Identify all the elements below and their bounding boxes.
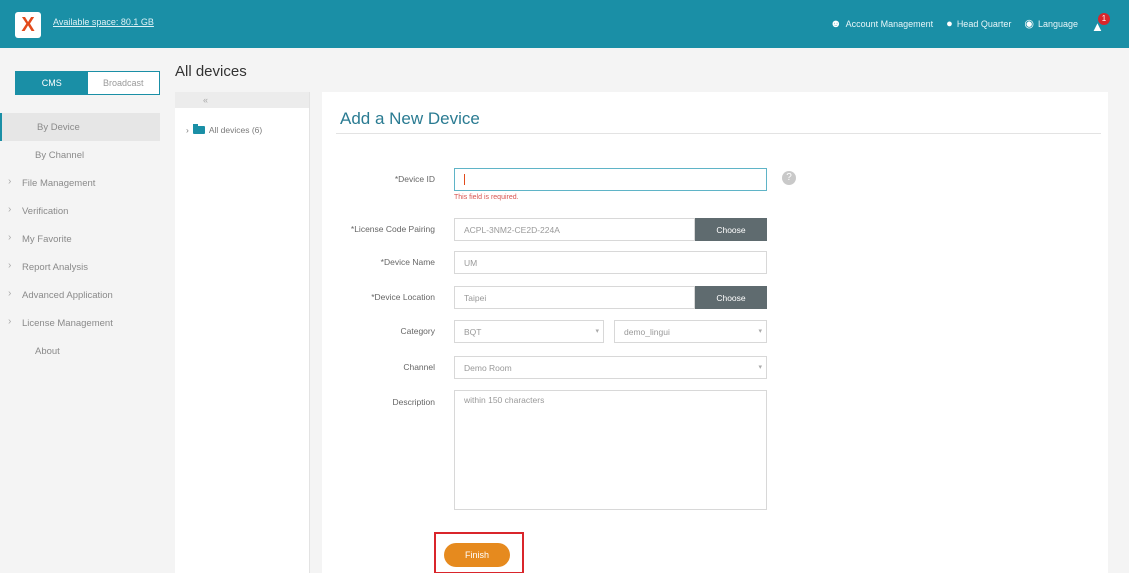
- tab-cms[interactable]: CMS: [16, 72, 88, 94]
- license-code-label: *License Code Pairing: [350, 224, 435, 234]
- sidebar-item-file-management[interactable]: File Management: [0, 169, 175, 197]
- tree-node-label: All devices (6): [208, 125, 263, 135]
- sidebar-item-report-analysis[interactable]: Report Analysis: [0, 253, 175, 281]
- expand-arrow-icon[interactable]: ›: [186, 125, 189, 135]
- description-label: Description: [392, 397, 435, 407]
- sidebar-item-verification[interactable]: Verification: [0, 197, 175, 225]
- device-name-input[interactable]: UM: [454, 251, 767, 274]
- mode-tabs: CMS Broadcast: [15, 71, 160, 95]
- channel-select[interactable]: Demo Room: [454, 356, 767, 379]
- subcategory-select[interactable]: demo_lingui: [614, 320, 767, 343]
- sidebar-item-my-favorite[interactable]: My Favorite: [0, 225, 175, 253]
- help-icon[interactable]: ?: [782, 171, 796, 185]
- device-location-label: *Device Location: [371, 292, 435, 302]
- folder-icon: [192, 124, 205, 134]
- language-label: Language: [1037, 19, 1078, 29]
- device-id-error: This field is required.: [454, 194, 519, 201]
- sidebar-item-license-management[interactable]: License Management: [0, 309, 175, 337]
- sidebar: CMS Broadcast By Device By Channel File …: [0, 48, 175, 573]
- app-logo[interactable]: X: [15, 12, 41, 38]
- channel-label: Channel: [403, 362, 435, 372]
- logo-letter: X: [21, 14, 35, 36]
- globe-icon: ◉: [1024, 17, 1034, 30]
- language-link[interactable]: ◉ Language: [1024, 17, 1078, 30]
- notifications-button[interactable]: ▲ 1: [1091, 13, 1111, 34]
- device-name-label: *Device Name: [380, 257, 435, 267]
- tree-node-all-devices[interactable]: › All devices (6): [186, 124, 263, 135]
- sidebar-item-by-channel[interactable]: By Channel: [0, 141, 175, 169]
- form-title: Add a New Device: [340, 109, 480, 128]
- head-quarter-label: Head Quarter: [956, 19, 1012, 29]
- sidebar-item-by-device[interactable]: By Device: [0, 113, 160, 141]
- license-code-input[interactable]: ACPL-3NM2-CE2D-224A: [454, 218, 695, 241]
- account-management-label: Account Management: [845, 19, 934, 29]
- users-icon: ☻: [830, 17, 842, 30]
- sidebar-nav: By Device By Channel File Management Ver…: [0, 113, 175, 365]
- device-location-input[interactable]: Taipei: [454, 286, 695, 309]
- license-choose-button[interactable]: Choose: [695, 218, 767, 241]
- tab-broadcast[interactable]: Broadcast: [87, 72, 159, 94]
- device-id-label: *Device ID: [394, 174, 435, 184]
- tree-collapse-button[interactable]: «: [175, 92, 309, 108]
- location-choose-button[interactable]: Choose: [695, 286, 767, 309]
- channel-value: Demo Room: [464, 362, 512, 373]
- notification-badge: 1: [1098, 13, 1110, 25]
- page-title: All devices: [175, 63, 247, 80]
- device-id-input[interactable]: [454, 168, 767, 191]
- sidebar-item-about[interactable]: About: [0, 337, 175, 365]
- top-right-menu: ☻ Account Management ● Head Quarter ◉ La…: [830, 12, 1111, 36]
- text-caret: [464, 174, 465, 185]
- top-bar: X Available space: 80.1 GB ☻ Account Man…: [0, 0, 1129, 48]
- account-management-link[interactable]: ☻ Account Management: [830, 17, 934, 30]
- device-tree-panel: « › All devices (6): [175, 92, 310, 573]
- available-space-link[interactable]: Available space: 80.1 GB: [53, 17, 154, 27]
- finish-button[interactable]: Finish: [444, 543, 510, 567]
- description-textarea[interactable]: within 150 characters: [454, 390, 767, 510]
- category-value: BQT: [464, 326, 482, 337]
- head-quarter-link[interactable]: ● Head Quarter: [946, 17, 1012, 30]
- add-device-form: Add a New Device *Device ID This field i…: [322, 92, 1108, 573]
- category-select[interactable]: BQT: [454, 320, 604, 343]
- form-divider: [336, 133, 1101, 134]
- subcategory-value: demo_lingui: [624, 326, 670, 337]
- user-icon: ●: [946, 17, 953, 30]
- category-label: Category: [400, 326, 436, 336]
- sidebar-item-advanced-application[interactable]: Advanced Application: [0, 281, 175, 309]
